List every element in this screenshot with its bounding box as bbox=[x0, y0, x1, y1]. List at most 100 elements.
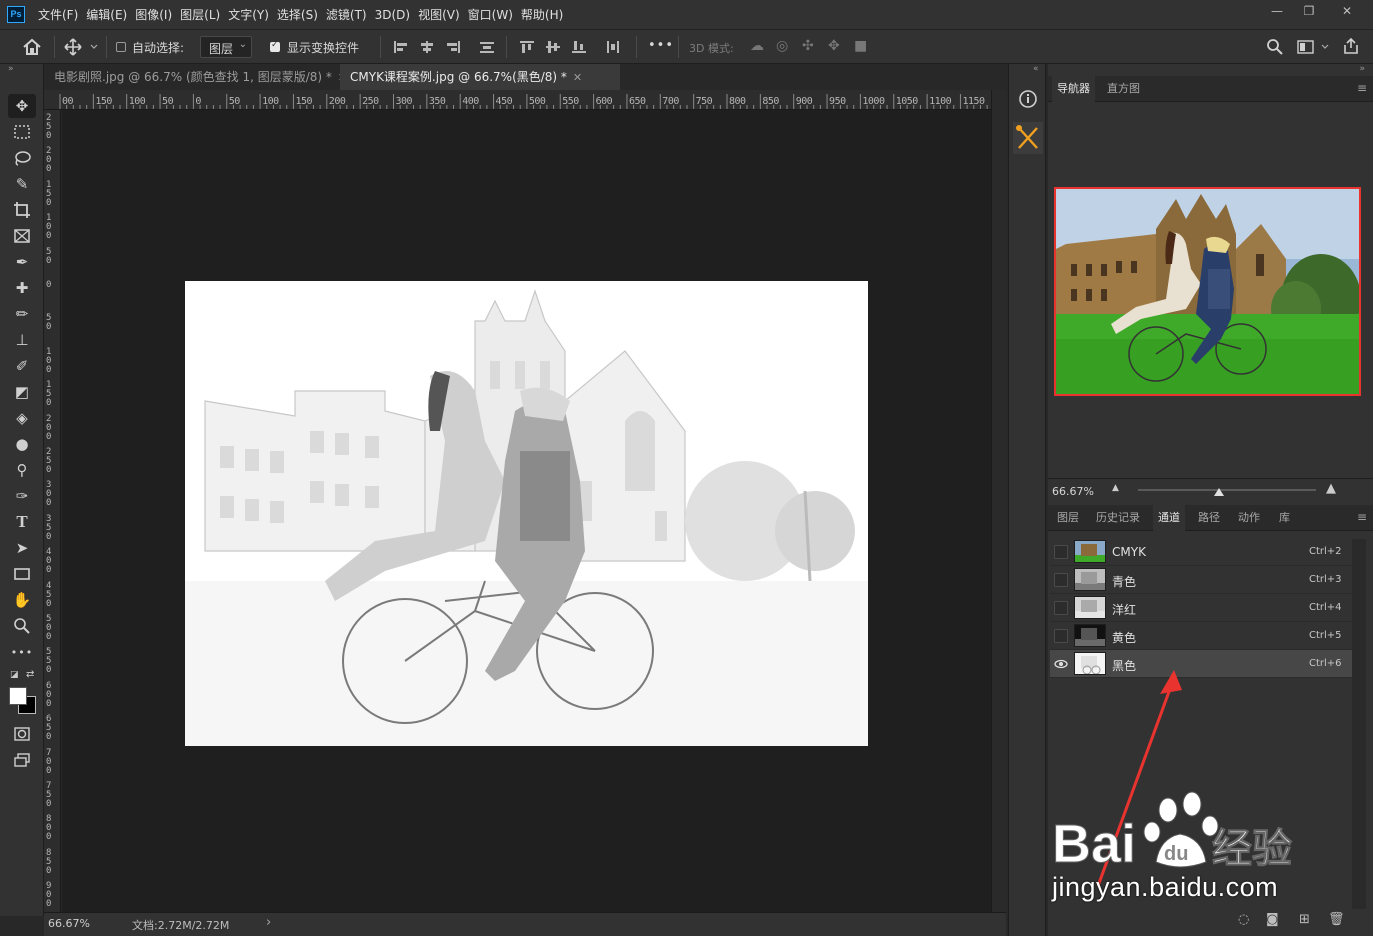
blur-tool[interactable]: ● bbox=[8, 432, 36, 456]
align-vertical-centers-icon[interactable] bbox=[546, 41, 560, 53]
menu-select[interactable]: 选择(S) bbox=[273, 0, 322, 30]
tab-actions[interactable]: 动作 bbox=[1233, 505, 1265, 531]
move-tool-preset-button[interactable] bbox=[62, 36, 102, 58]
channel-row-cyan[interactable]: 青色 Ctrl+3 bbox=[1050, 566, 1352, 594]
eyedropper-tool[interactable]: ✒ bbox=[8, 250, 36, 274]
canvas-vertical-scrollbar[interactable] bbox=[991, 90, 1006, 912]
zoom-tool[interactable] bbox=[8, 614, 36, 638]
visibility-toggle[interactable] bbox=[1054, 573, 1068, 587]
eraser-tool[interactable]: ◩ bbox=[8, 380, 36, 404]
channel-row-yellow[interactable]: 黄色 Ctrl+5 bbox=[1050, 622, 1352, 650]
brush-tool[interactable]: ✏ bbox=[8, 302, 36, 326]
collapse-arrows-icon[interactable]: » bbox=[1359, 64, 1365, 74]
move-tool[interactable]: ✥ bbox=[8, 94, 36, 118]
zoom-in-icon[interactable]: ▲ bbox=[1326, 481, 1336, 496]
vertical-ruler[interactable]: 2502001501005005010015020025030035040045… bbox=[44, 110, 61, 912]
minimize-button[interactable]: — bbox=[1261, 0, 1293, 24]
path-selection-tool[interactable]: ➤ bbox=[8, 536, 36, 560]
collapse-arrows-icon[interactable]: « bbox=[1033, 64, 1039, 74]
align-top-edges-icon[interactable] bbox=[520, 41, 534, 53]
info-panel-button[interactable] bbox=[1017, 88, 1039, 110]
share-button[interactable] bbox=[1342, 37, 1360, 55]
3d-slide-icon[interactable]: ✥ bbox=[828, 38, 840, 54]
3d-pan-icon[interactable]: ✣ bbox=[802, 38, 814, 54]
hand-tool[interactable]: ✋ bbox=[8, 588, 36, 612]
collapse-arrows-icon[interactable]: » bbox=[8, 64, 14, 74]
quick-selection-tool[interactable]: ✎ bbox=[8, 172, 36, 196]
3d-scale-icon[interactable]: ■ bbox=[854, 38, 867, 54]
hamburger-menu-icon[interactable]: ≡ bbox=[1357, 81, 1367, 95]
tab-navigator[interactable]: 导航器 bbox=[1052, 76, 1095, 102]
tab-movie-still[interactable]: 电影剧照.jpg @ 66.7% (颜色查找 1, 图层蒙版/8) *✕ bbox=[44, 64, 347, 90]
visibility-toggle[interactable] bbox=[1054, 629, 1068, 643]
tab-libraries[interactable]: 库 bbox=[1274, 505, 1295, 531]
default-colors-icon[interactable]: ◪ bbox=[10, 670, 19, 680]
zoom-out-icon[interactable]: ▲ bbox=[1112, 483, 1119, 493]
crop-tool[interactable] bbox=[8, 198, 36, 222]
rectangle-tool[interactable] bbox=[8, 562, 36, 586]
menu-image[interactable]: 图像(I) bbox=[131, 0, 176, 30]
status-menu-arrow[interactable]: › bbox=[266, 915, 271, 930]
menu-edit[interactable]: 编辑(E) bbox=[82, 0, 131, 30]
more-options-button[interactable]: ••• bbox=[648, 38, 674, 53]
type-tool[interactable]: T bbox=[8, 510, 36, 534]
tool-presets-button[interactable] bbox=[1013, 122, 1043, 154]
tab-histogram[interactable]: 直方图 bbox=[1102, 76, 1145, 102]
channels-scrollbar[interactable] bbox=[1352, 539, 1366, 909]
navigator-zoom-slider-knob[interactable] bbox=[1214, 488, 1224, 496]
visibility-toggle[interactable] bbox=[1054, 657, 1068, 671]
horizontal-ruler[interactable]: 00 150 100 50 0 50 100 150 200 250 300 350 400 450 500… bbox=[44, 90, 991, 110]
history-brush-tool[interactable]: ✐ bbox=[8, 354, 36, 378]
3d-roll-icon[interactable]: ◎ bbox=[776, 38, 788, 54]
document-image-black-channel[interactable] bbox=[185, 281, 868, 746]
show-transform-checkbox[interactable] bbox=[270, 40, 280, 52]
tab-paths[interactable]: 路径 bbox=[1193, 505, 1225, 531]
auto-select-target-select[interactable]: 图层 ⌄ bbox=[200, 36, 252, 58]
close-icon[interactable]: ✕ bbox=[573, 71, 582, 84]
align-horizontal-centers-icon[interactable] bbox=[420, 41, 434, 53]
distribute-horizontal-icon[interactable] bbox=[606, 41, 620, 53]
status-zoom[interactable]: 66.67% bbox=[48, 917, 90, 930]
photoshop-logo-icon[interactable]: Ps bbox=[7, 6, 25, 23]
search-button[interactable] bbox=[1266, 38, 1284, 56]
home-button[interactable] bbox=[18, 36, 46, 58]
lasso-tool[interactable] bbox=[8, 146, 36, 170]
menu-type[interactable]: 文字(Y) bbox=[224, 0, 273, 30]
tab-history[interactable]: 历史记录 bbox=[1091, 505, 1145, 531]
swap-colors-icon[interactable]: ⇄ bbox=[26, 669, 34, 680]
channel-row-magenta[interactable]: 洋红 Ctrl+4 bbox=[1050, 594, 1352, 622]
align-right-edges-icon[interactable] bbox=[446, 41, 460, 53]
navigator-zoom-slider[interactable] bbox=[1138, 489, 1316, 491]
distribute-vertical-icon[interactable] bbox=[480, 41, 494, 53]
frame-tool[interactable] bbox=[8, 224, 36, 248]
navigator-zoom-value[interactable]: 66.67% bbox=[1052, 485, 1094, 498]
workspace-button[interactable] bbox=[1296, 38, 1330, 56]
dodge-tool[interactable]: ⚲ bbox=[8, 458, 36, 482]
close-button[interactable]: ✕ bbox=[1331, 0, 1363, 24]
tab-layers[interactable]: 图层 bbox=[1052, 505, 1084, 531]
restore-button[interactable]: ❐ bbox=[1293, 0, 1325, 24]
visibility-toggle[interactable] bbox=[1054, 545, 1068, 559]
align-left-edges-icon[interactable] bbox=[394, 41, 408, 53]
menu-layer[interactable]: 图层(L) bbox=[176, 0, 224, 30]
screen-mode-button[interactable] bbox=[8, 748, 36, 772]
healing-brush-tool[interactable]: ✚ bbox=[8, 276, 36, 300]
foreground-color-swatch[interactable] bbox=[9, 687, 27, 705]
visibility-toggle[interactable] bbox=[1054, 601, 1068, 615]
align-bottom-edges-icon[interactable] bbox=[572, 41, 586, 53]
quick-mask-button[interactable] bbox=[8, 722, 36, 746]
paint-bucket-tool[interactable]: ◈ bbox=[8, 406, 36, 430]
menu-help[interactable]: 帮助(H) bbox=[517, 0, 567, 30]
auto-select-checkbox[interactable] bbox=[116, 42, 126, 52]
pen-tool[interactable]: ✑ bbox=[8, 484, 36, 508]
delete-channel-icon[interactable]: 🗑 bbox=[1328, 912, 1345, 927]
edit-toolbar-button[interactable]: ••• bbox=[8, 640, 36, 664]
clone-stamp-tool[interactable]: ⊥ bbox=[8, 328, 36, 352]
menu-filter[interactable]: 滤镜(T) bbox=[322, 0, 371, 30]
tab-cmyk-case[interactable]: CMYK课程案例.jpg @ 66.7%(黑色/8) * ✕ bbox=[340, 64, 620, 90]
menu-view[interactable]: 视图(V) bbox=[414, 0, 464, 30]
channel-row-cmyk[interactable]: CMYK Ctrl+2 bbox=[1050, 538, 1352, 566]
navigator-preview[interactable] bbox=[1054, 187, 1361, 396]
menu-3d[interactable]: 3D(D) bbox=[371, 0, 414, 30]
tab-channels[interactable]: 通道 bbox=[1153, 505, 1185, 531]
